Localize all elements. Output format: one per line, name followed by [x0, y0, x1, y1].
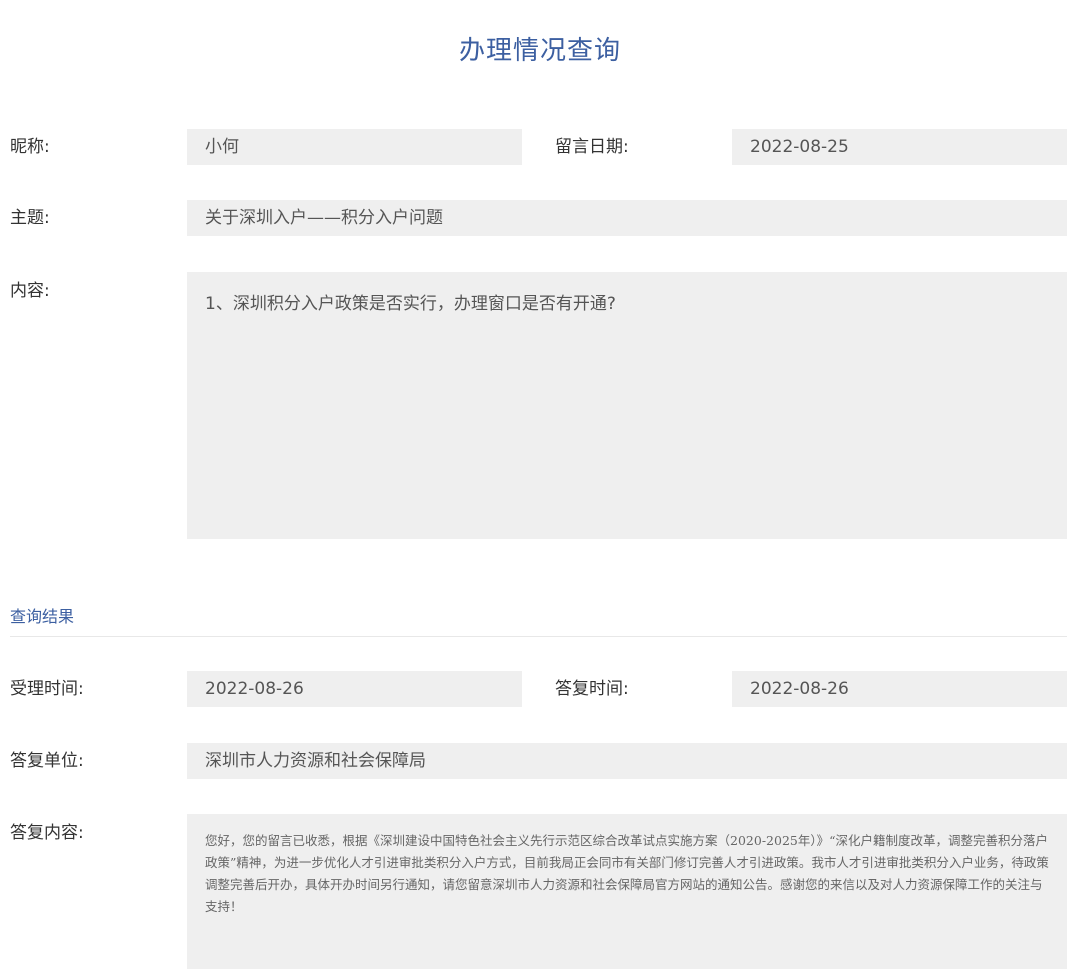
nickname-field: 小何 — [187, 129, 522, 165]
reply-content-text: 您好，您的留言已收悉，根据《深圳建设中国特色社会主义先行示范区综合改革试点实施方… — [205, 833, 1049, 914]
reply-content-label: 答复内容: — [10, 823, 84, 843]
subject-field: 关于深圳入户——积分入户问题 — [187, 200, 1067, 236]
accept-time-field: 2022-08-26 — [187, 671, 522, 707]
nickname-label: 昵称: — [10, 137, 50, 157]
content-area: 1、深圳积分入户政策是否实行，办理窗口是否有开通? — [187, 272, 1067, 539]
accept-time-label: 受理时间: — [10, 679, 84, 699]
content-text: 1、深圳积分入户政策是否实行，办理窗口是否有开通? — [205, 294, 616, 314]
reply-content-area: 您好，您的留言已收悉，根据《深圳建设中国特色社会主义先行示范区综合改革试点实施方… — [187, 814, 1067, 969]
reply-time-label: 答复时间: — [555, 679, 629, 699]
subject-label: 主题: — [10, 208, 50, 228]
reply-unit-field: 深圳市人力资源和社会保障局 — [187, 743, 1067, 779]
reply-unit-label: 答复单位: — [10, 751, 84, 771]
message-date-label: 留言日期: — [555, 137, 629, 157]
section-divider — [10, 636, 1067, 637]
page-title: 办理情况查询 — [458, 36, 621, 66]
reply-time-field: 2022-08-26 — [732, 671, 1067, 707]
message-date-field: 2022-08-25 — [732, 129, 1067, 165]
section-title-query-result: 查询结果 — [10, 607, 75, 626]
content-label: 内容: — [10, 281, 50, 301]
